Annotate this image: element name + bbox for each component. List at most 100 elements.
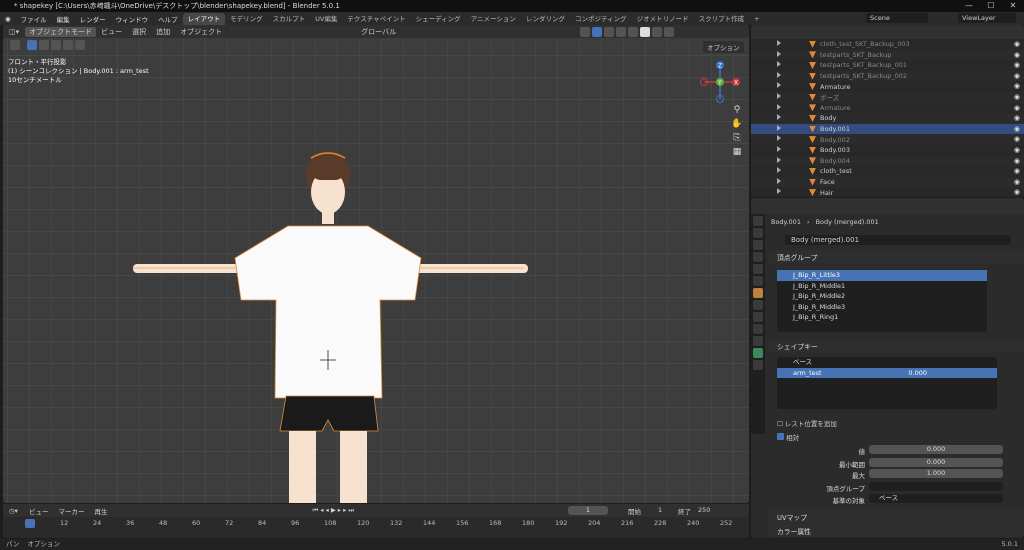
uvmap-panel-header[interactable]: UVマップ: [769, 510, 1024, 523]
tool-cursor-icon[interactable]: [10, 40, 20, 50]
object-tab-icon[interactable]: [753, 288, 763, 298]
menu-help[interactable]: ヘルプ: [153, 14, 183, 24]
expand-icon[interactable]: [777, 61, 781, 68]
xray-icon[interactable]: [616, 26, 627, 37]
outliner-row[interactable]: Armature ◉: [751, 81, 1024, 92]
outliner-row[interactable]: Body ◉: [751, 113, 1024, 124]
relto-field[interactable]: ベース: [869, 494, 1003, 503]
visibility-eye-icon[interactable]: ◉: [1014, 61, 1020, 69]
navigation-gizmo[interactable]: Z X Y: [698, 60, 748, 108]
ortho-grid-icon[interactable]: ▦: [730, 147, 744, 161]
outliner-row[interactable]: ポーズ ◉: [751, 91, 1024, 103]
expand-icon[interactable]: [777, 82, 781, 89]
select-subtract-icon[interactable]: [51, 40, 61, 50]
shape-keys-panel-header[interactable]: シェイプキー: [769, 339, 1024, 352]
tab-animation[interactable]: アニメーション: [466, 13, 521, 25]
select-extend-icon[interactable]: [39, 40, 49, 50]
visibility-eye-icon[interactable]: ◉: [1014, 167, 1020, 175]
minimize-icon[interactable]: —: [958, 0, 980, 12]
render-tab-icon[interactable]: [753, 228, 763, 238]
visibility-eye-icon[interactable]: ◉: [1014, 40, 1020, 48]
visibility-eye-icon[interactable]: ◉: [1014, 157, 1020, 165]
properties-editor[interactable]: Body.001 › Body (merged).001 Body (merge…: [751, 198, 1024, 538]
mode-selector[interactable]: オブジェクトモード: [25, 26, 97, 37]
vertex-group-item[interactable]: J_Bip_R_Middle3: [777, 302, 987, 313]
view-layer-tab-icon[interactable]: [753, 252, 763, 262]
expand-icon[interactable]: [777, 167, 781, 174]
expand-icon[interactable]: [777, 92, 781, 99]
vertex-groups-panel-header[interactable]: 頂点グループ: [769, 250, 1024, 263]
shading-solid-icon[interactable]: [640, 26, 651, 37]
outliner[interactable]: cloth_test_SKT_Backup_003 ◉ testparts_SKT_…: [751, 25, 1024, 197]
particles-tab-icon[interactable]: [753, 312, 763, 322]
outliner-row[interactable]: cloth_test ◉: [751, 166, 1024, 177]
rest-position-toggle[interactable]: ☐ レスト位置を追加: [777, 418, 837, 428]
visibility-eye-icon[interactable]: ◉: [1014, 104, 1020, 112]
orientation-selector[interactable]: グローバル: [357, 27, 400, 37]
visibility-eye-icon[interactable]: ◉: [1014, 93, 1020, 101]
color-attr-panel-header[interactable]: カラー属性: [769, 524, 1024, 537]
zoom-icon[interactable]: ⚲: [730, 105, 744, 119]
min-field[interactable]: 0.000: [869, 458, 1003, 467]
3d-viewport[interactable]: ◫▾ オブジェクトモード ビュー 選択 追加 オブジェクト グローバル オプショ…: [3, 25, 749, 503]
tab-geonodes[interactable]: ジオメトリノード: [632, 13, 694, 25]
tab-scripting[interactable]: スクリプト作成: [694, 13, 750, 25]
output-tab-icon[interactable]: [753, 240, 763, 250]
outliner-row[interactable]: Hair ◉: [751, 187, 1024, 197]
vgroup-field[interactable]: [869, 482, 1003, 491]
character-model[interactable]: [128, 150, 528, 503]
viewlayer-selector[interactable]: ViewLayer: [958, 13, 1016, 23]
expand-icon[interactable]: [777, 177, 781, 184]
relative-checkbox[interactable]: 相対: [777, 432, 799, 442]
tab-texpaint[interactable]: テクスチャペイント: [342, 13, 410, 25]
expand-icon[interactable]: [777, 40, 781, 46]
select-intersect-icon[interactable]: [75, 40, 85, 50]
vertex-group-item[interactable]: J_Bip_R_Middle2: [777, 291, 987, 302]
visibility-icon[interactable]: [580, 26, 591, 37]
menu-window[interactable]: ウィンドウ: [111, 14, 154, 24]
start-frame[interactable]: 1: [658, 506, 662, 514]
scene-tab-icon[interactable]: [753, 264, 763, 274]
outliner-row[interactable]: testparts_SKT_Backup_002 ◉: [751, 70, 1024, 82]
outliner-row[interactable]: Face ◉: [751, 176, 1024, 188]
visibility-eye-icon[interactable]: ◉: [1014, 135, 1020, 143]
expand-icon[interactable]: [777, 188, 781, 195]
tab-modeling[interactable]: モデリング: [225, 13, 268, 25]
expand-icon[interactable]: [777, 145, 781, 152]
shape-key-value[interactable]: 0.000: [908, 368, 927, 379]
tab-layout[interactable]: レイアウト: [182, 12, 226, 25]
shading-material-icon[interactable]: [652, 26, 663, 37]
expand-icon[interactable]: [777, 124, 781, 131]
tab-sculpt[interactable]: スカルプト: [268, 13, 311, 25]
visibility-eye-icon[interactable]: ◉: [1014, 114, 1020, 122]
expand-icon[interactable]: [777, 135, 781, 142]
end-frame[interactable]: 250: [698, 506, 710, 514]
visibility-eye-icon[interactable]: ◉: [1014, 51, 1020, 59]
camera-icon[interactable]: ⎘: [730, 133, 744, 147]
timeline-playback[interactable]: 再生: [89, 506, 112, 516]
outliner-row[interactable]: Body.001 ◉: [751, 123, 1024, 135]
shading-wire-icon[interactable]: [628, 26, 639, 37]
maximize-icon[interactable]: ☐: [980, 0, 1002, 12]
playback-controls-icon[interactable]: ⏮◂◂▶▸▸⏭: [312, 506, 356, 515]
expand-icon[interactable]: [777, 156, 781, 163]
mesh-datablock[interactable]: Body (merged).001: [785, 235, 1011, 245]
shape-key-item[interactable]: ベース: [777, 357, 997, 368]
editor-type-icon[interactable]: ◫▾: [3, 28, 25, 36]
max-field[interactable]: 1.000: [869, 469, 1003, 478]
playhead[interactable]: [25, 519, 35, 528]
outliner-row[interactable]: Armature ◉: [751, 103, 1024, 114]
shading-render-icon[interactable]: [664, 26, 675, 37]
select-new-icon[interactable]: [27, 40, 37, 50]
outliner-row[interactable]: Body.004 ◉: [751, 155, 1024, 167]
scene-selector[interactable]: Scene: [866, 13, 928, 23]
visibility-eye-icon[interactable]: ◉: [1014, 188, 1020, 196]
tab-compositing[interactable]: コンポジティング: [570, 13, 632, 25]
outliner-row[interactable]: testparts_SKT_Backup_001 ◉: [751, 60, 1024, 71]
expand-icon[interactable]: [777, 71, 781, 78]
outliner-row[interactable]: testparts_SKT_Backup ◉: [751, 49, 1024, 61]
menu-object[interactable]: オブジェクト: [175, 27, 227, 37]
outliner-row[interactable]: Body.002 ◉: [751, 134, 1024, 145]
menu-view[interactable]: ビュー: [96, 27, 127, 37]
vertex-group-item[interactable]: J_Bip_R_Middle1: [777, 281, 987, 292]
